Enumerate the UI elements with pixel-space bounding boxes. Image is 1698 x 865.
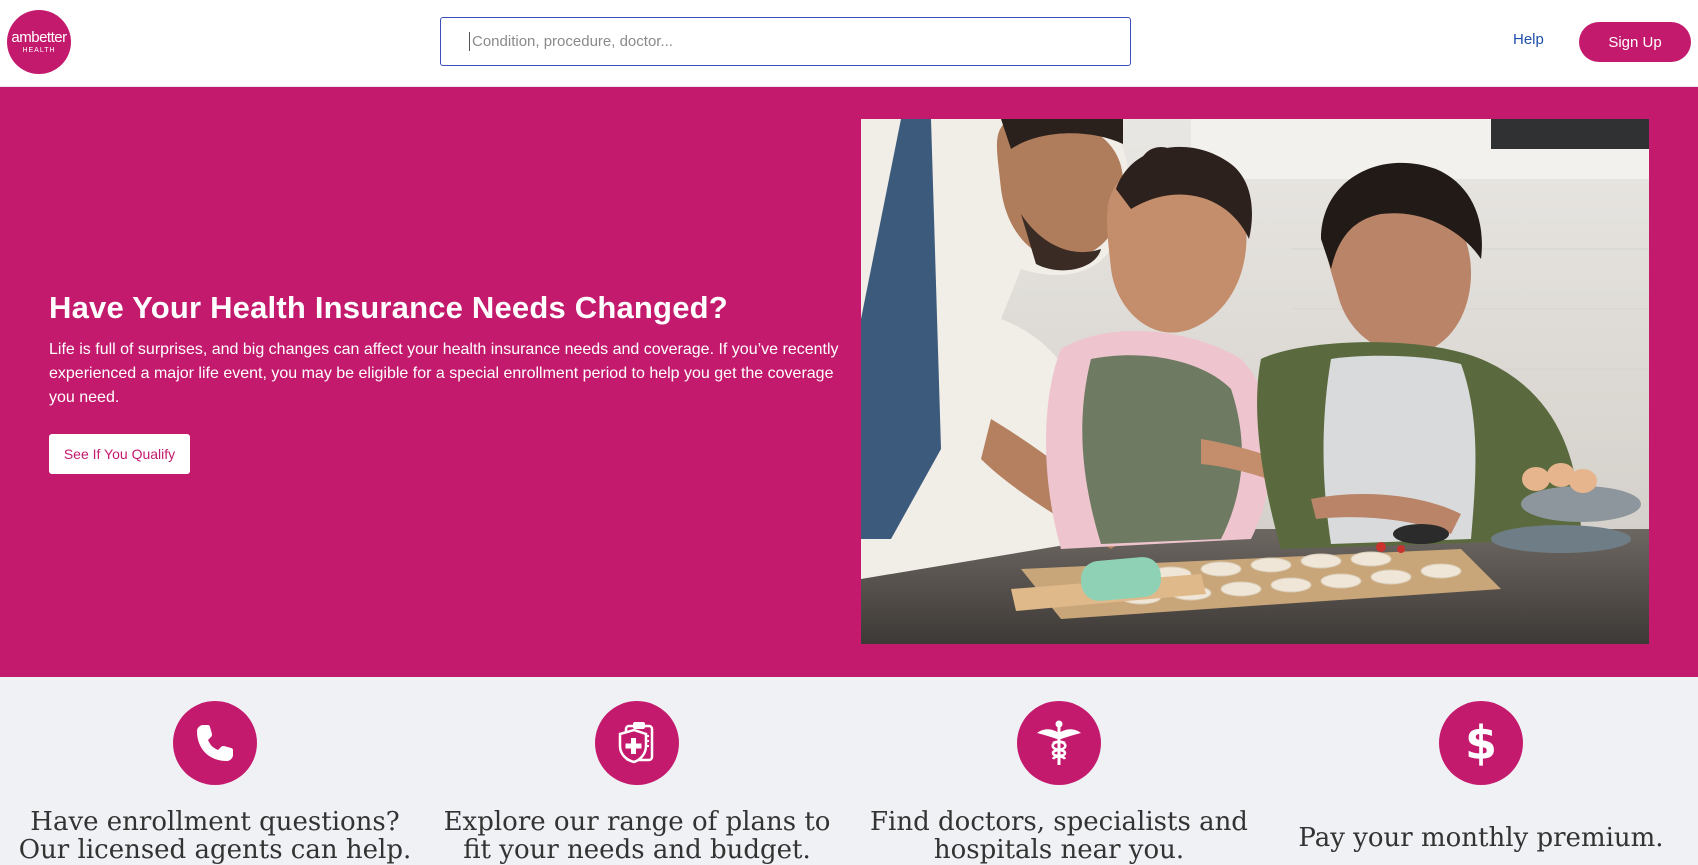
dollar-icon: $ (1439, 701, 1523, 785)
see-if-you-qualify-button[interactable]: See If You Qualify (49, 434, 190, 474)
family-cooking-photo (861, 119, 1649, 644)
logo-subtitle: HEALTH (22, 47, 56, 54)
feature-enrollment-text: Have enrollment questions? Our licensed … (18, 807, 412, 865)
phone-icon (173, 701, 257, 785)
search-box[interactable] (440, 17, 1131, 66)
caduceus-icon (1017, 701, 1101, 785)
feature-plans-text: Explore our range of plans to fit your n… (443, 807, 831, 865)
ambetter-logo[interactable]: ambetter HEALTH (7, 10, 71, 74)
hero-description: Life is full of surprises, and big chang… (49, 341, 839, 406)
hero-banner: Have Your Health Insurance Needs Changed… (0, 87, 1698, 677)
feature-doctors-text: Find doctors, specialists and hospitals … (870, 807, 1248, 865)
feature-premium-text: Pay your monthly premium. (1298, 823, 1664, 853)
logo-wordmark: ambetter (11, 29, 67, 46)
site-header: ambetter HEALTH Help Sign Up (0, 0, 1698, 87)
features-section: Have enrollment questions? Our licensed … (0, 677, 1698, 864)
shield-clipboard-icon (595, 701, 679, 785)
hero-title: Have Your Health Insurance Needs Changed… (49, 290, 728, 325)
sign-up-button[interactable]: Sign Up (1579, 22, 1691, 62)
search-input[interactable] (469, 32, 1102, 51)
svg-text:$: $ (1465, 718, 1497, 768)
help-link[interactable]: Help (1513, 31, 1544, 48)
